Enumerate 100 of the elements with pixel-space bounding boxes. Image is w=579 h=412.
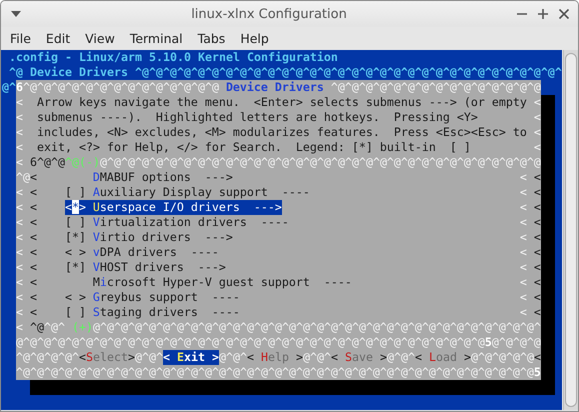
dialog-border-text: < xyxy=(16,305,24,320)
dialog-border-text: < xyxy=(16,320,23,335)
dialog-border-text: < xyxy=(30,185,37,200)
dialog-border-text: ^@^@^@^@^@^@^@^@^@^@^@^@^@^@^@ xyxy=(330,80,541,95)
dialog-border-text: < xyxy=(16,260,24,275)
menu-entry[interactable]: < > G reybus support ---- xyxy=(64,290,240,305)
menu-item[interactable]: Tabs xyxy=(198,31,226,46)
menu-entry[interactable]: [ ] Auxiliary Display support ---- xyxy=(64,185,310,200)
dialog-border-text: < xyxy=(30,200,37,215)
dialog-border-text: < xyxy=(534,95,541,110)
dialog-border-text: < xyxy=(534,125,541,140)
dialog-border-text: < xyxy=(16,110,23,125)
dialog-border-text: < xyxy=(520,290,528,305)
dialog-border-text: < xyxy=(520,215,528,230)
terminal-line: ^@ Device Drivers ^@^@^@^@^@^@^@^@^@^@^@^@^@^@^@^@^@^@^@^@^@^@^@^@^@^@^@^@^@^@^ xyxy=(8,65,562,80)
dialog-border-text: < xyxy=(16,95,23,110)
menu-entry[interactable]: [*] VHOST drivers ---> xyxy=(64,260,226,275)
menu-entry[interactable]: <*> Userspace I/O drivers ---> xyxy=(64,200,282,215)
dialog-border-text: @^@^ xyxy=(386,350,415,365)
dialog-border-text: @^@^@^@^@ xyxy=(470,350,534,365)
menu-item[interactable]: Terminal xyxy=(130,31,183,46)
dialog-border-text: < xyxy=(30,260,37,275)
menu-entry[interactable]: [ ] Staging drivers ---- xyxy=(64,305,240,320)
dialog-border-text: < xyxy=(16,245,24,260)
dialog-border-text: ^@^ xyxy=(44,320,66,335)
dialog-button[interactable]: < Exit > xyxy=(162,350,219,365)
dialog-border-text: < xyxy=(534,230,541,245)
dialog-border-text: ^@^@^@^@^@^@^@^@^@^@^@^@^@^@ xyxy=(22,80,219,95)
dialog-border-text: < xyxy=(520,230,528,245)
terminal-text: @^ xyxy=(2,80,16,94)
dialog-border-text: < xyxy=(16,200,24,215)
menu-item[interactable]: File xyxy=(10,31,31,46)
maximize-icon[interactable] xyxy=(537,8,549,20)
dialog-border-text: ^@ xyxy=(16,170,30,185)
dialog-border-text: < xyxy=(16,230,24,245)
dialog-border-text: < xyxy=(520,275,528,290)
dialog-border-text: @^@^@^@^@^@^@^@^@^@^@^@^@^@^@^@^@^@^@^@^@^@^@^@^@^@^@^@^@^@^@^@^@^@ xyxy=(16,335,485,350)
dialog-border-text: < xyxy=(520,260,528,275)
dialog-border-text: < xyxy=(534,275,541,290)
dialog-border-text: < xyxy=(16,140,23,155)
dialog-border-text: @^@^ xyxy=(134,350,163,365)
dialog-border-text: 6 xyxy=(16,80,23,95)
dialog-border-text: < xyxy=(534,245,541,260)
dialog-border-text: @^@^@^@^@^@^@^@^@^@^@^@^@^@^@^@^@^@^@^@^@^@^@^@^@^@^@^@^@^@^@^@^ xyxy=(92,320,541,335)
dialog-border-text: < xyxy=(30,215,37,230)
menu-entry[interactable]: [ ] Virtualization drivers ---- xyxy=(64,215,289,230)
dialog-button[interactable]: < Help > xyxy=(246,350,303,365)
help-text: submenus ----). Highlighted letters are hotkeys. Pressing <Y> xyxy=(36,110,479,125)
dialog-title: Device Drivers xyxy=(224,80,325,95)
dialog-border-text: < xyxy=(534,215,541,230)
dialog-border-text: < xyxy=(520,170,528,185)
dialog-border-text: < xyxy=(16,125,23,140)
dialog-border-text: < xyxy=(520,245,528,260)
scrollbar[interactable] xyxy=(563,50,578,410)
dropdown-arrow-icon[interactable] xyxy=(10,10,22,18)
dialog-border-text: ^@^@^@^@^ xyxy=(16,350,79,365)
dialog-border-text: < xyxy=(16,215,24,230)
dialog-button[interactable]: <Select> xyxy=(78,350,135,365)
dialog-border-text: 6^@^@ xyxy=(28,155,65,170)
dialog-border-text: < xyxy=(534,200,541,215)
dialog-button[interactable]: < Load > xyxy=(414,350,471,365)
menu-entry[interactable]: [*] Virtio drivers ---> xyxy=(64,230,233,245)
help-text: includes, <N> excludes, <M> modularizes features. Press <Esc><Esc> to xyxy=(36,125,528,140)
menu-entry[interactable]: Microsoft Hyper-V guest support ---- xyxy=(92,275,352,290)
menu-entry[interactable]: DMABUF options ---> xyxy=(92,170,233,185)
dialog-border-text: < xyxy=(534,110,541,125)
dialog-border-text: @^@^@^@^@^@^@^@^@^@^@^@^@^@^@^@^@^@^@^@^@^@^@^@^@^@^@^@^@^@^@^@ xyxy=(100,155,541,170)
terminal-line: .config - Linux/arm 5.10.0 Kernel Configuration xyxy=(8,50,339,65)
menu-item[interactable]: Edit xyxy=(46,31,70,46)
dialog-border-text: 5 xyxy=(534,365,541,380)
dialog-border-text: < xyxy=(30,230,37,245)
dialog-border-text: < xyxy=(16,275,24,290)
dialog-border-text: < xyxy=(534,185,541,200)
menu-entry[interactable]: < > vDPA drivers ---- xyxy=(64,245,219,260)
menu-item[interactable]: Help xyxy=(240,31,269,46)
scroll-indicator: (+) xyxy=(72,320,93,335)
dialog-border-text: < xyxy=(534,140,541,155)
dialog-border-text: @^@^ xyxy=(218,350,247,365)
dialog-border-text: < xyxy=(30,290,37,305)
dialog-border-text: < xyxy=(520,305,528,320)
dialog-border-text: < xyxy=(534,170,541,185)
dialog-border-text: < xyxy=(30,170,37,185)
menu-item[interactable]: View xyxy=(85,31,115,46)
close-icon[interactable] xyxy=(558,8,570,20)
dialog-border-text: < xyxy=(30,305,37,320)
help-text: Arrow keys navigate the menu. <Enter> selects submenus ---> (or empty xyxy=(36,95,528,110)
dialog-border-text: < xyxy=(520,185,528,200)
dialog-border-text: ^@ xyxy=(28,320,44,335)
dialog-border-text: @^@^ xyxy=(302,350,331,365)
dialog-border-text: ^@^@^@^@^@^@^@^@^@^@^@^@^@^@^@^@^@^@^@^@^@^@^@^@^@^@^@^@^@^@^@^@^@^@^@^@^@ xyxy=(16,365,534,380)
dialog-border-text: < xyxy=(534,305,541,320)
dialog-border-text: < xyxy=(30,275,37,290)
dialog-border-text: < xyxy=(16,185,24,200)
dialog-border-text: < xyxy=(520,200,528,215)
dialog-border-text: < xyxy=(534,350,541,365)
dialog-border-text: < xyxy=(16,155,23,170)
dialog-border-text: < xyxy=(30,245,37,260)
help-text: exit, <?> for Help, </> for Search. Legend: [*] built-in [ ] xyxy=(36,140,472,155)
dialog-button[interactable]: < Save > xyxy=(330,350,387,365)
dialog-border-text: 5 xyxy=(484,335,492,350)
